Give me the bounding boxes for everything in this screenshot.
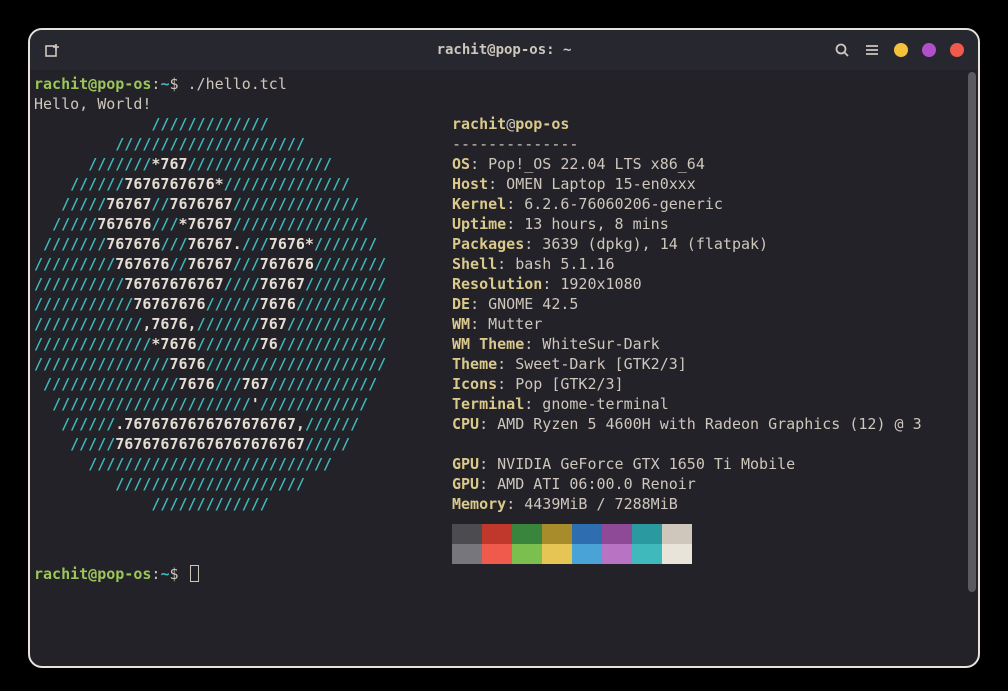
color-swatch <box>482 524 512 544</box>
terminal-body[interactable]: rachit@pop-os:~$ ./hello.tclHello, World… <box>30 70 978 666</box>
color-swatch <box>512 524 542 544</box>
color-swatch <box>662 544 692 564</box>
close-button[interactable] <box>950 43 964 57</box>
window-title: rachit@pop-os: ~ <box>204 42 804 58</box>
color-swatch <box>662 524 692 544</box>
minimize-button[interactable] <box>894 43 908 57</box>
terminal-window: rachit@pop-os: ~ rachit@pop-os:~$ ./hel <box>28 28 980 668</box>
color-swatch <box>632 524 662 544</box>
color-swatch <box>452 544 482 564</box>
titlebar: rachit@pop-os: ~ <box>30 30 978 70</box>
new-tab-icon[interactable] <box>44 41 62 59</box>
cursor <box>190 565 199 582</box>
color-swatch <box>602 524 632 544</box>
scrollbar-thumb[interactable] <box>968 72 976 592</box>
color-swatch <box>572 544 602 564</box>
menu-icon[interactable] <box>864 42 880 58</box>
color-swatch <box>452 524 482 544</box>
scrollbar[interactable] <box>968 70 978 666</box>
color-swatch <box>512 544 542 564</box>
color-swatch <box>482 544 512 564</box>
color-swatch <box>542 544 572 564</box>
color-swatch <box>542 524 572 544</box>
search-icon[interactable] <box>834 42 850 58</box>
maximize-button[interactable] <box>922 43 936 57</box>
color-swatch <box>572 524 602 544</box>
color-swatch <box>602 544 632 564</box>
color-swatch <box>632 544 662 564</box>
